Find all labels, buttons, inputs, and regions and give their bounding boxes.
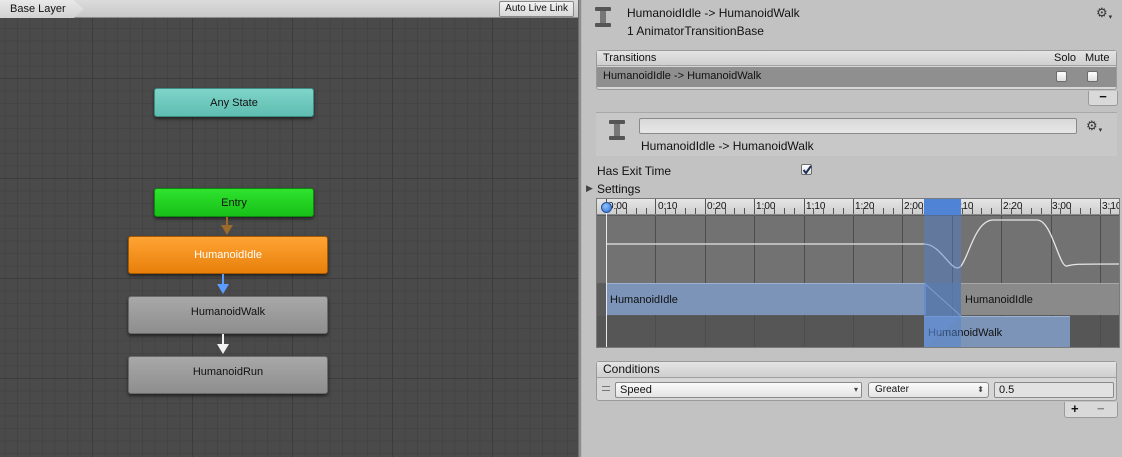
- has-exit-time-label: Has Exit Time: [597, 164, 672, 178]
- transition-duration-zone[interactable]: [924, 199, 961, 347]
- solo-column-label: Solo: [1054, 52, 1077, 64]
- breadcrumb-base-layer[interactable]: Base Layer: [0, 0, 84, 18]
- transition-icon: [593, 7, 613, 33]
- conditions-list: Conditions Speed ▾ Greater ⬍ 0.5: [596, 361, 1117, 401]
- inspector-panel: HumanoidIdle -> HumanoidWalk 1 AnimatorT…: [582, 0, 1122, 457]
- weight-curve: [606, 219, 1119, 269]
- condition-operator-dropdown[interactable]: Greater ⬍: [868, 382, 989, 398]
- state-humanoid-run[interactable]: HumanoidRun: [128, 356, 328, 394]
- checkmark-icon: [802, 165, 812, 175]
- conditions-heading: Conditions: [597, 362, 1116, 378]
- mute-column-label: Mute: [1085, 52, 1110, 64]
- drag-handle-icon[interactable]: [602, 386, 610, 391]
- transitions-heading: Transitions: [603, 52, 657, 64]
- state-any-state[interactable]: Any State: [154, 88, 314, 117]
- add-condition-button[interactable]: +: [1071, 402, 1079, 416]
- state-humanoid-walk[interactable]: HumanoidWalk: [128, 296, 328, 334]
- timeline-playhead[interactable]: [606, 205, 607, 347]
- condition-parameter-value: Speed: [620, 384, 652, 396]
- transition-walk-to-run[interactable]: [216, 334, 230, 356]
- transition-row[interactable]: HumanoidIdle -> HumanoidWalk: [597, 67, 1116, 87]
- state-entry[interactable]: Entry: [154, 188, 314, 217]
- inspector-title: HumanoidIdle -> HumanoidWalk: [627, 6, 800, 20]
- transition-name-input[interactable]: [639, 118, 1077, 134]
- transition-duration-handle[interactable]: [924, 199, 961, 215]
- graph-toolbar: Base Layer Auto Live Link: [0, 0, 578, 18]
- auto-live-link-button[interactable]: Auto Live Link: [499, 1, 574, 17]
- condition-value-input[interactable]: 0.5: [994, 382, 1114, 398]
- inspector-subtitle: 1 AnimatorTransitionBase: [627, 24, 764, 38]
- transition-entry-to-idle[interactable]: [220, 217, 234, 237]
- dropdown-arrow-icon: ▾: [853, 385, 858, 394]
- expand-triangle-icon[interactable]: ▶: [586, 183, 593, 194]
- has-exit-time-checkbox[interactable]: [801, 164, 812, 175]
- transition-title: HumanoidIdle -> HumanoidWalk: [641, 139, 814, 153]
- condition-list-footer: + −: [1064, 402, 1118, 418]
- remove-condition-button[interactable]: −: [1097, 402, 1105, 416]
- transition-timeline[interactable]: 0:00 0:10 0:20 1:00 1:10 1:20 2:00 2:10 …: [596, 198, 1120, 348]
- condition-operator-value: Greater: [875, 384, 909, 395]
- stepper-arrow-icon: ⬍: [977, 385, 984, 394]
- playhead-knob-icon[interactable]: [601, 202, 612, 213]
- animator-graph[interactable]: Base Layer Auto Live Link Any State Entr…: [0, 0, 578, 457]
- mute-checkbox[interactable]: [1087, 71, 1098, 82]
- solo-checkbox[interactable]: [1056, 71, 1067, 82]
- gear-icon[interactable]: ⚙: [1086, 119, 1101, 135]
- settings-foldout[interactable]: Settings: [597, 182, 640, 196]
- transition-icon: [607, 120, 627, 146]
- transition-idle-to-walk[interactable]: [216, 274, 230, 296]
- gear-icon[interactable]: ⚙: [1096, 6, 1111, 22]
- state-humanoid-idle[interactable]: HumanoidIdle: [128, 236, 328, 274]
- transitions-list-header: Transitions Solo Mute: [597, 51, 1116, 66]
- transition-row-label: HumanoidIdle -> HumanoidWalk: [603, 70, 762, 82]
- remove-transition-button[interactable]: −: [1088, 90, 1118, 106]
- condition-parameter-dropdown[interactable]: Speed ▾: [615, 382, 862, 398]
- transitions-list: Transitions Solo Mute HumanoidIdle -> Hu…: [596, 50, 1117, 90]
